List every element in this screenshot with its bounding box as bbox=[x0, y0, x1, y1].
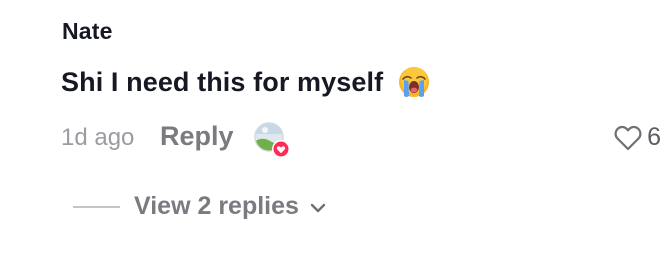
view-replies-label[interactable]: View 2 replies bbox=[134, 192, 299, 221]
comment-meta: 1d ago Reply 6 bbox=[61, 120, 661, 160]
heart-outline-icon[interactable] bbox=[614, 125, 642, 151]
comment-text: Shi I need this for myself bbox=[61, 66, 384, 97]
reply-button[interactable]: Reply bbox=[160, 121, 234, 152]
like-count: 6 bbox=[647, 123, 661, 151]
loudly-crying-face-icon bbox=[398, 66, 430, 98]
chevron-down-icon[interactable] bbox=[309, 201, 327, 213]
replies-divider bbox=[73, 205, 120, 208]
comment-body: Shi I need this for myself bbox=[61, 66, 430, 98]
creator-liked-avatar-icon bbox=[254, 122, 292, 160]
comment-author[interactable]: Nate bbox=[62, 18, 113, 45]
view-replies-button[interactable]: View 2 replies bbox=[73, 192, 327, 221]
comment-timestamp: 1d ago bbox=[61, 124, 135, 151]
comment-item: Nate Shi I need this for myself 1d ago R… bbox=[0, 0, 669, 263]
like-button[interactable]: 6 bbox=[614, 123, 661, 152]
